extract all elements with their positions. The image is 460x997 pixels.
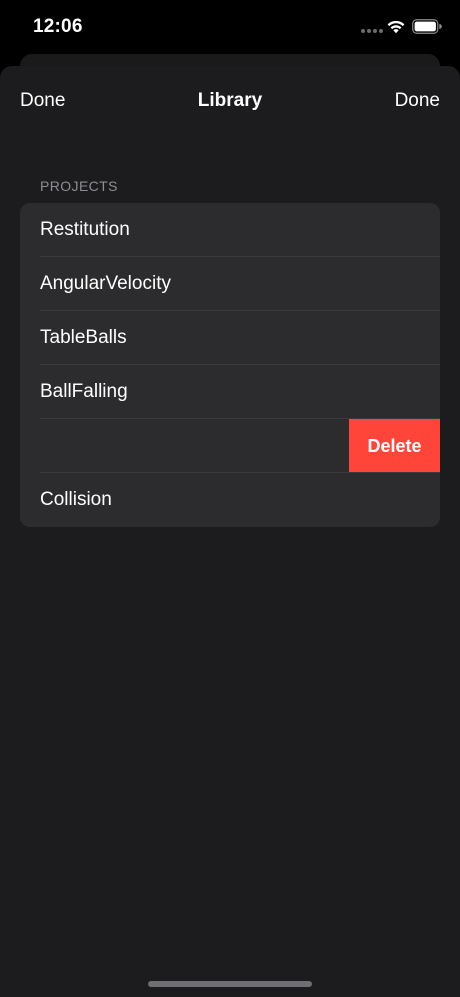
list-item[interactable]: BallFalling: [20, 365, 440, 419]
list-item[interactable]: Collision: [20, 473, 440, 527]
status-bar: 12:06: [0, 0, 460, 56]
list-item[interactable]: AngularVelocity: [20, 257, 440, 311]
home-indicator[interactable]: [148, 981, 312, 987]
list-item[interactable]: TableBalls: [20, 311, 440, 365]
list-item-swiped[interactable]: ne Delete: [20, 419, 440, 473]
section-header-projects: PROJECTS: [40, 178, 118, 194]
list-item-label: Restitution: [40, 219, 130, 240]
signal-dots-icon: [361, 29, 383, 33]
library-sheet: Done Library Done PROJECTS Restitution A…: [0, 66, 460, 997]
navigation-bar: Done Library Done: [0, 66, 460, 136]
list-item-label: Collision: [40, 489, 112, 510]
status-time: 12:06: [33, 16, 83, 37]
list-item-label: BallFalling: [40, 381, 128, 402]
battery-icon: [412, 19, 442, 34]
done-button-right[interactable]: Done: [395, 90, 440, 112]
list-item[interactable]: Restitution: [20, 203, 440, 257]
list-item-label: TableBalls: [40, 327, 127, 348]
projects-list: Restitution AngularVelocity TableBalls B…: [20, 203, 440, 527]
wifi-icon: [387, 20, 405, 34]
page-title: Library: [197, 90, 263, 111]
delete-button[interactable]: Delete: [349, 419, 440, 473]
list-item-label: AngularVelocity: [40, 273, 171, 294]
